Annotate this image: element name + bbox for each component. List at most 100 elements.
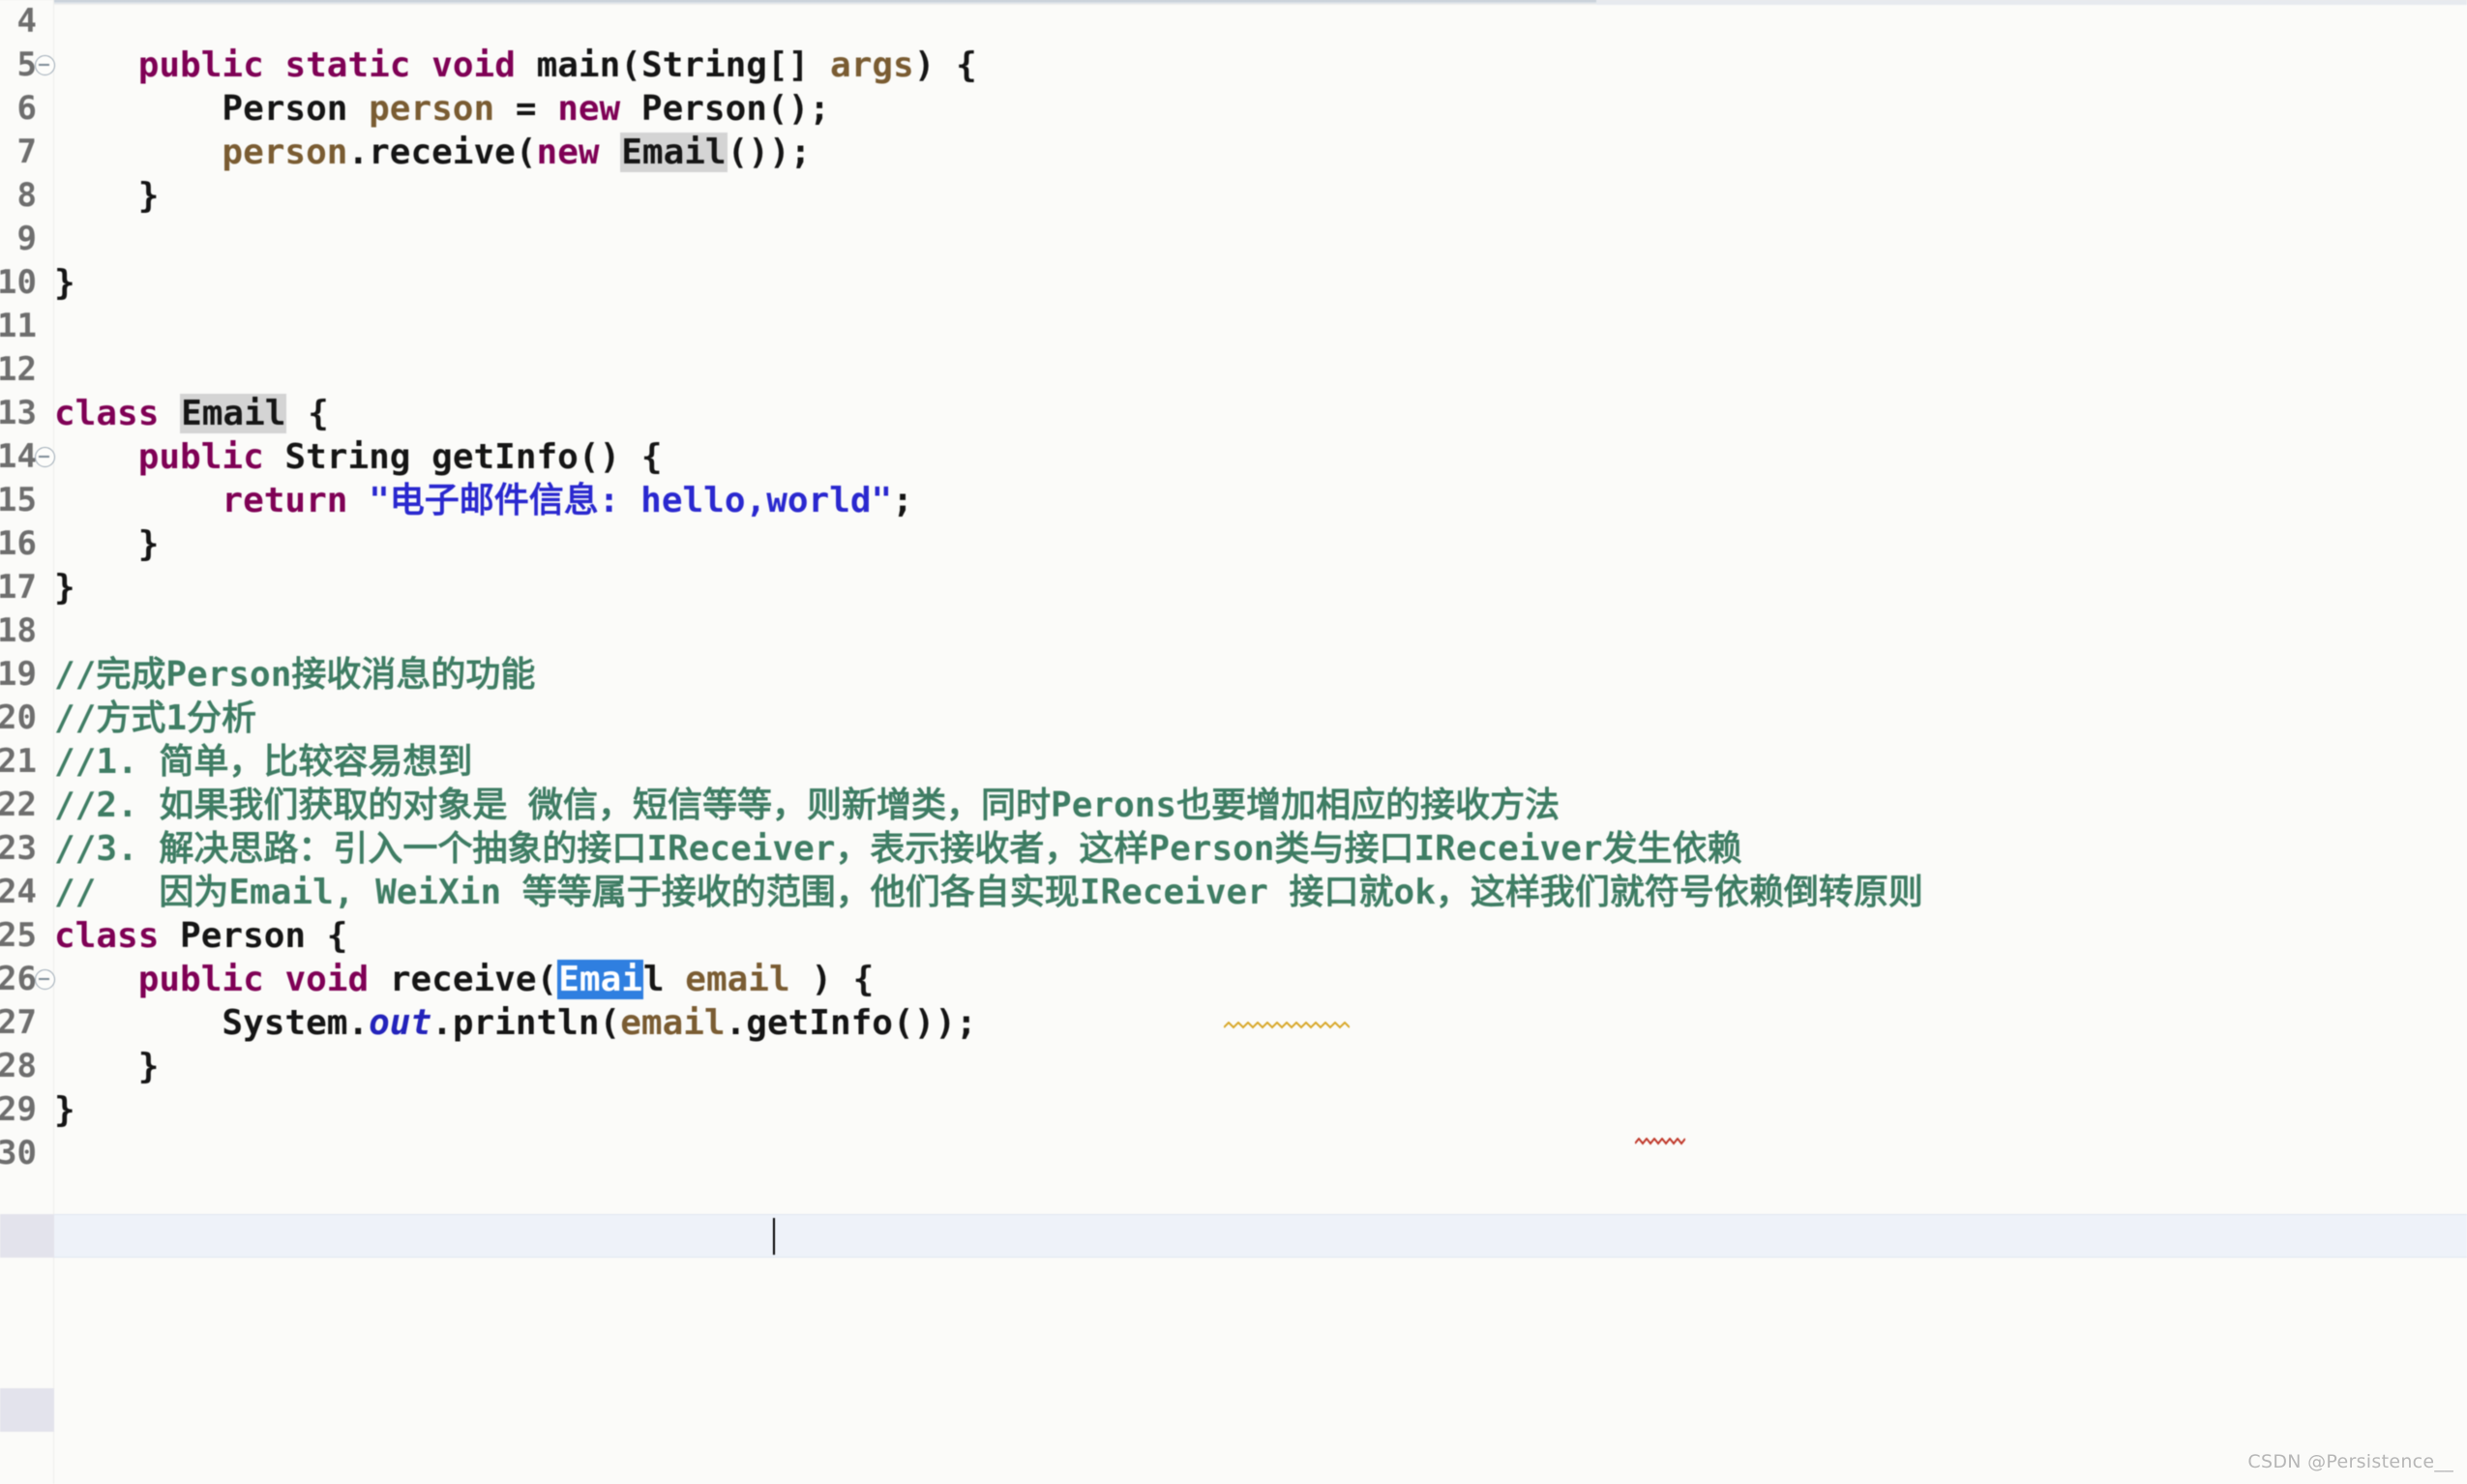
line-number: 14 — [0, 437, 37, 476]
code-line-text: } — [54, 522, 160, 566]
code-token: } — [54, 568, 75, 608]
code-token: class — [54, 916, 160, 956]
code-token: Email — [180, 394, 287, 433]
code-line[interactable]: 29} — [0, 1088, 2467, 1132]
code-line[interactable]: 9 — [0, 218, 2467, 261]
code-line[interactable]: 10} — [0, 261, 2467, 305]
code-line[interactable]: 18 — [0, 609, 2467, 653]
line-number: 6 — [16, 89, 37, 128]
code-token: (String[] — [620, 45, 831, 85]
code-line[interactable]: 28 } — [0, 1045, 2467, 1088]
code-token: Person — [54, 89, 370, 129]
code-editor[interactable]: 45 public static void main(String[] args… — [0, 0, 2467, 1484]
fold-collapse-icon[interactable] — [35, 447, 55, 467]
code-token: void — [284, 960, 370, 999]
code-line-text: } — [54, 1045, 160, 1088]
code-line[interactable]: 16 } — [0, 522, 2467, 566]
line-number: 17 — [0, 568, 37, 607]
code-token: person — [222, 133, 348, 172]
code-line[interactable]: 15 return "电子邮件信息: hello,world"; — [0, 479, 2467, 522]
code-line[interactable]: 25 class Person { — [0, 914, 2467, 958]
line-number: 11 — [0, 307, 37, 345]
code-line[interactable]: 30 — [0, 1132, 2467, 1175]
code-line-text: class Email { — [54, 392, 329, 435]
text-caret — [773, 1218, 775, 1255]
code-line-text: class Person { — [54, 914, 347, 958]
code-line-text: } — [54, 174, 160, 218]
code-line[interactable]: 14 public String getInfo() { — [0, 435, 2467, 479]
code-line[interactable]: 22 //2. 如果我们获取的对象是 微信，短信等等，则新增类，同时Perons也… — [0, 784, 2467, 827]
code-line-text: person.receive(new Email()); — [54, 131, 811, 174]
code-token: l — [642, 960, 686, 999]
code-line[interactable]: 13 class Email { — [0, 392, 2467, 435]
line-number: 19 — [0, 655, 37, 694]
code-lines[interactable]: 45 public static void main(String[] args… — [0, 0, 2467, 1484]
code-line[interactable]: 24 // 因为Email, WeiXin 等等属于接收的范围，他们各自实现IRe… — [0, 871, 2467, 914]
code-line[interactable]: 26 public void receive(Email email ) { — [0, 958, 2467, 1001]
line-number: 13 — [0, 394, 37, 432]
code-line-text: public String getInfo() { — [54, 435, 663, 479]
code-token: { — [286, 394, 329, 433]
code-token: ; — [892, 481, 913, 520]
code-line[interactable]: 12 — [0, 348, 2467, 392]
code-line[interactable]: 19 //完成Person接收消息的功能 — [0, 653, 2467, 697]
code-line[interactable]: 6 Person person = new Person(); — [0, 87, 2467, 131]
code-token: email — [620, 1003, 726, 1043]
code-token: new — [536, 133, 600, 172]
code-line-text: Person person = new Person(); — [54, 87, 830, 131]
code-token: ()); — [727, 133, 812, 172]
line-number: 16 — [0, 524, 37, 563]
code-line[interactable]: 7 person.receive(new Email()); — [0, 131, 2467, 174]
line-number: 27 — [0, 1003, 37, 1042]
code-token: person — [369, 89, 495, 129]
line-number: 10 — [0, 263, 37, 302]
code-token: //2. 如果我们获取的对象是 微信，短信等等，则新增类，同时Perons也要增… — [54, 786, 1560, 825]
code-line[interactable]: 21 //1. 简单，比较容易想到 — [0, 740, 2467, 784]
fold-collapse-icon[interactable] — [35, 55, 55, 75]
line-number: 30 — [0, 1134, 37, 1172]
code-token: Email — [620, 133, 728, 172]
code-line[interactable]: 17} — [0, 566, 2467, 609]
line-number: 9 — [16, 220, 37, 258]
code-token: .getInfo()); — [725, 1003, 977, 1043]
code-token: } — [54, 1090, 75, 1130]
code-token: public — [137, 960, 264, 999]
code-line[interactable]: 8 } — [0, 174, 2467, 218]
code-line[interactable]: 4 — [0, 0, 2467, 44]
code-line-text: return "电子邮件信息: hello,world"; — [54, 479, 913, 522]
code-line-text: } — [54, 566, 75, 609]
code-line[interactable]: 5 public static void main(String[] args)… — [0, 44, 2467, 87]
line-number: 5 — [16, 45, 37, 84]
code-line[interactable]: 20 //方式1分析 — [0, 697, 2467, 740]
code-token: String getInfo() { — [263, 437, 663, 477]
code-token: System. — [54, 1003, 370, 1043]
code-line-text: //方式1分析 — [54, 697, 256, 740]
line-number: 23 — [0, 829, 37, 868]
code-line-text: public void receive(Email email ) { — [54, 958, 874, 1001]
code-line[interactable]: 23 //3. 解决思路：引入一个抽象的接口IReceiver，表示接收者，这样P… — [0, 827, 2467, 871]
line-number: 15 — [0, 481, 37, 519]
watermark: CSDN @Persistence__ — [2247, 1451, 2453, 1472]
code-line-text: } — [54, 1088, 75, 1132]
code-token: //1. 简单，比较容易想到 — [54, 742, 473, 782]
code-token: .receive( — [347, 133, 537, 172]
line-number: 26 — [0, 960, 37, 998]
code-token: public — [137, 45, 264, 85]
line-number: 25 — [0, 916, 37, 955]
code-token: return — [222, 481, 348, 520]
code-line[interactable]: 11 — [0, 305, 2467, 348]
code-token: static — [284, 45, 411, 85]
fold-collapse-icon[interactable] — [35, 969, 55, 990]
code-token: //方式1分析 — [54, 698, 257, 738]
code-token: .println( — [431, 1003, 621, 1043]
code-token: } — [54, 176, 160, 216]
code-line-text: public static void main(String[] args) { — [54, 44, 977, 87]
